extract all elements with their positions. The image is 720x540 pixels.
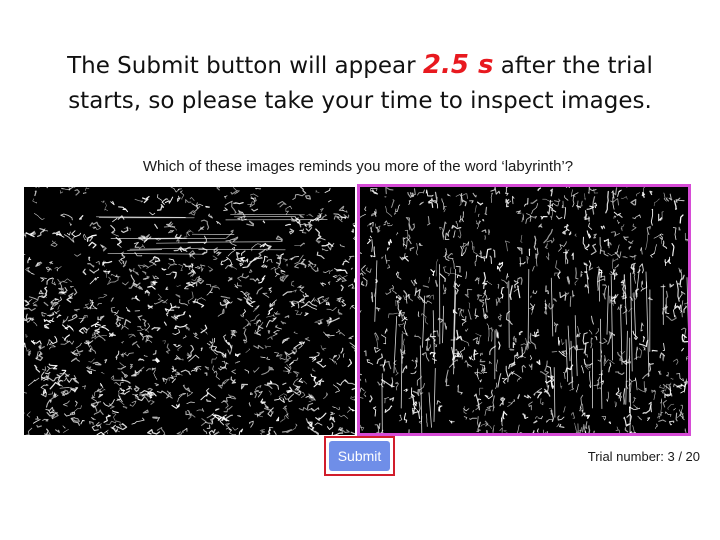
- instruction-text: The Submit button will appear 2.5 s afte…: [0, 48, 720, 119]
- trial-counter: Trial number: 3 / 20: [587, 449, 700, 464]
- edge-image-left[interactable]: [24, 187, 355, 435]
- edge-image-right-graphic: [360, 187, 688, 433]
- submit-highlight-frame: Submit: [324, 436, 395, 476]
- instruction-part-2: after the trial: [493, 53, 653, 79]
- edge-image-left-graphic: [24, 187, 355, 435]
- instruction-line-2: starts, so please take your time to insp…: [68, 88, 652, 114]
- instruction-delay: 2.5 s: [422, 50, 494, 80]
- edge-image-right[interactable]: [357, 184, 691, 436]
- instruction-part-1: The Submit button will appear: [67, 53, 423, 79]
- question-text: Which of these images reminds you more o…: [142, 158, 574, 175]
- submit-button[interactable]: Submit: [329, 441, 390, 471]
